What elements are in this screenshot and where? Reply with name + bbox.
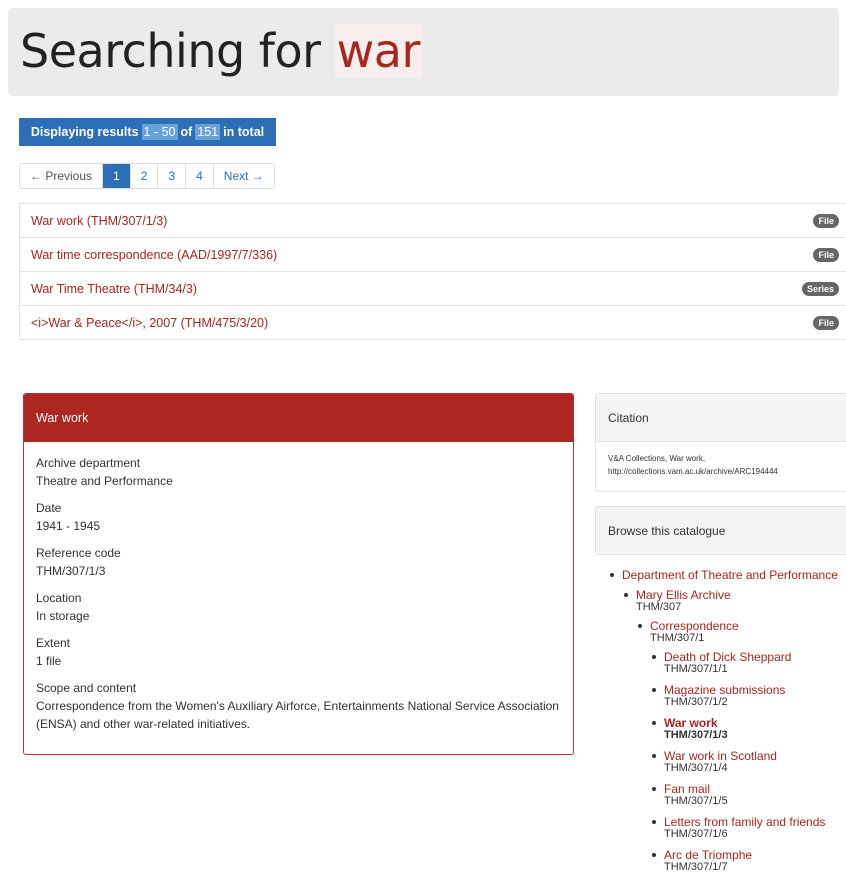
tree-item: Arc de Triomphe THM/307/1/7 (650, 848, 846, 873)
page-title: Searching for war (20, 24, 422, 78)
citation-title: Citation (596, 394, 846, 442)
field-value: 1941 - 1945 (36, 519, 101, 533)
field-reference-code: Reference code THM/307/1/3 (36, 544, 561, 580)
field-label: Archive department (36, 456, 141, 470)
tree-link-item[interactable]: Magazine submissions (664, 683, 785, 697)
tree-link-root[interactable]: Department of Theatre and Performance (622, 568, 838, 582)
tree-item: Correspondence THM/307/1 Death of Dick S… (636, 619, 846, 873)
tree-item: Department of Theatre and Performance Ma… (608, 568, 846, 873)
record-fields: Archive department Theatre and Performan… (24, 442, 573, 754)
pagination: ← Previous 1 2 3 4 Next → (19, 163, 275, 189)
page-3-button[interactable]: 3 (157, 164, 186, 188)
browse-title: Browse this catalogue (596, 507, 846, 554)
result-row: War time correspondence (AAD/1997/7/336)… (19, 238, 846, 272)
field-label: Location (36, 591, 82, 605)
next-page-button[interactable]: Next → (212, 164, 274, 188)
field-archive-department: Archive department Theatre and Performan… (36, 454, 561, 490)
result-link[interactable]: <i>War & Peace</i>, 2007 (THM/475/3/20) (31, 316, 268, 330)
result-type-badge: File (813, 315, 839, 330)
results-suffix: in total (223, 125, 265, 139)
tree-code: THM/307 (636, 601, 682, 613)
search-term: war (334, 24, 422, 78)
citation-text[interactable]: V&A Collections, War work, http://collec… (596, 442, 846, 490)
results-of: of (180, 125, 193, 139)
tree-link-item[interactable]: Arc de Triomphe (664, 848, 752, 862)
tree-item: Fan mail THM/307/1/5 (650, 782, 846, 807)
field-label: Reference code (36, 546, 121, 560)
tree-code: THM/307/1/2 (664, 696, 728, 708)
result-row: <i>War & Peace</i>, 2007 (THM/475/3/20) … (19, 306, 846, 340)
field-label: Date (36, 501, 62, 515)
tree-item: Mary Ellis Archive THM/307 Correspondenc… (622, 588, 846, 873)
record-title: War work (24, 394, 573, 442)
citation-panel: Citation V&A Collections, War work, http… (595, 393, 846, 492)
result-link[interactable]: War work (THM/307/1/3) (31, 214, 167, 228)
tree-code: THM/307/1 (650, 632, 705, 644)
field-label: Scope and content (36, 681, 137, 695)
tree-item: Magazine submissions THM/307/1/2 (650, 683, 846, 708)
tree-code: THM/307/1/4 (664, 762, 728, 774)
field-date: Date 1941 - 1945 (36, 499, 561, 535)
field-extent: Extent 1 file (36, 634, 561, 670)
tree-code: THM/307/1/6 (664, 828, 728, 840)
field-value: THM/307/1/3 (36, 564, 106, 578)
catalogue-tree: Department of Theatre and Performance Ma… (608, 568, 846, 881)
tree-code: THM/307/1/5 (664, 795, 728, 807)
tree-link-archive[interactable]: Mary Ellis Archive (636, 588, 731, 602)
tree-link-item[interactable]: War work (664, 716, 718, 730)
tree-item-current: War work THM/307/1/3 (650, 716, 846, 741)
result-link[interactable]: War time correspondence (AAD/1997/7/336) (31, 248, 277, 262)
tree-link-item[interactable]: Letters from family and friends (664, 815, 825, 829)
tree-item: War work in Scotland THM/307/1/4 (650, 749, 846, 774)
tree-code: THM/307/1/7 (664, 861, 728, 873)
result-type-badge: File (813, 247, 839, 262)
field-scope-and-content: Scope and content Correspondence from th… (36, 679, 561, 733)
record-detail-card: War work Archive department Theatre and … (23, 393, 574, 755)
result-row: War Time Theatre (THM/34/3) Series (19, 272, 846, 306)
search-header: Searching for war (8, 8, 839, 96)
field-value: 1 file (36, 654, 62, 668)
tree-code: THM/307/1/3 (664, 729, 728, 741)
previous-page-button[interactable]: ← Previous (20, 164, 103, 188)
result-row: War work (THM/307/1/3) File (19, 204, 846, 238)
browse-panel: Browse this catalogue (595, 506, 846, 555)
tree-code: THM/307/1/1 (664, 663, 728, 675)
tree-link-series[interactable]: Correspondence (650, 619, 739, 633)
tree-link-item[interactable]: Fan mail (664, 782, 710, 796)
field-value: Theatre and Performance (36, 474, 173, 488)
result-type-badge: Series (801, 281, 839, 296)
tree-item: Letters from family and friends THM/307/… (650, 815, 846, 840)
title-prefix: Searching for (20, 24, 321, 78)
field-label: Extent (36, 636, 71, 650)
tree-item: Death of Dick Sheppard THM/307/1/1 (650, 650, 846, 675)
citation-line: V&A Collections, War work, (608, 454, 706, 463)
results-count-bar: Displaying results 1 - 50 of 151 in tota… (19, 118, 276, 146)
citation-url: http://collections.vam.ac.uk/archive/ARC… (608, 467, 778, 476)
page-2-button[interactable]: 2 (129, 164, 158, 188)
page-1-button[interactable]: 1 (102, 164, 130, 188)
tree-link-item[interactable]: War work in Scotland (664, 749, 777, 763)
results-total: 151 (195, 124, 221, 140)
result-type-badge: File (813, 213, 839, 228)
page-4-button[interactable]: 4 (185, 164, 213, 188)
field-location: Location In storage (36, 589, 561, 625)
search-results-list: War work (THM/307/1/3) File War time cor… (19, 203, 846, 340)
results-label: Displaying results (30, 125, 139, 139)
field-value: Correspondence from the Women's Auxiliar… (36, 699, 559, 731)
result-link[interactable]: War Time Theatre (THM/34/3) (31, 282, 197, 296)
results-range: 1 - 50 (141, 124, 178, 140)
tree-link-item[interactable]: Death of Dick Sheppard (664, 650, 791, 664)
field-value: In storage (36, 609, 90, 623)
